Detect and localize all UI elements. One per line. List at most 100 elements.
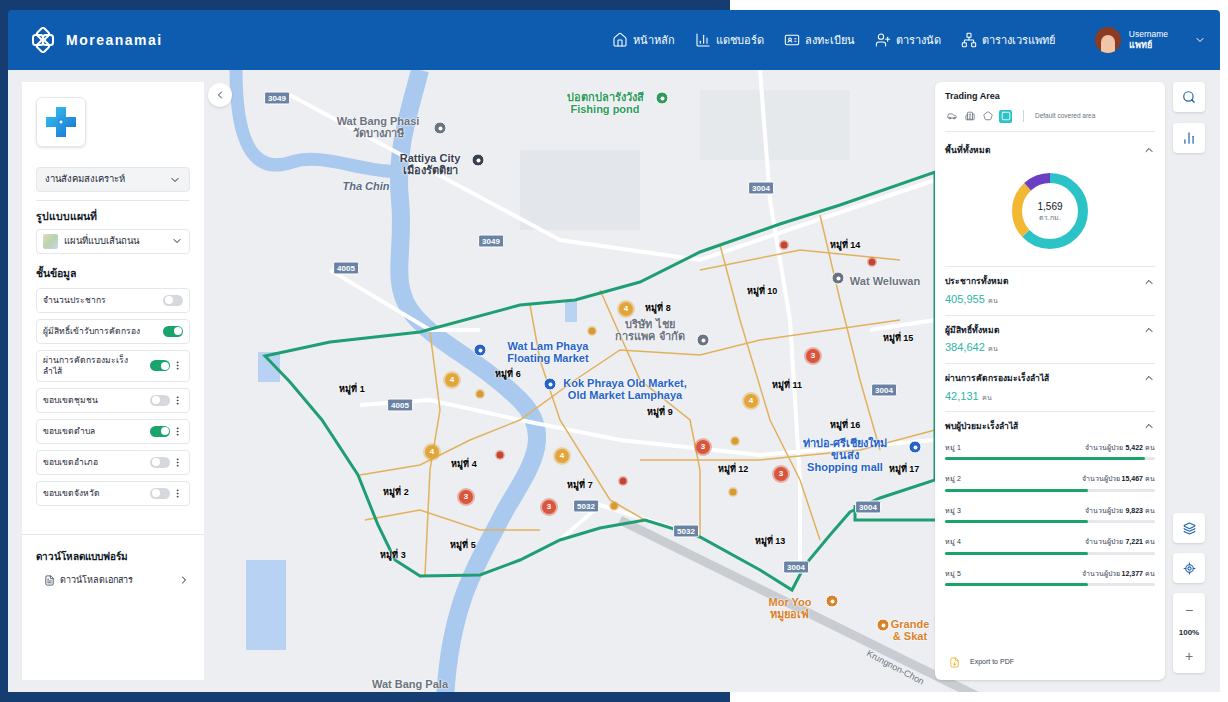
area-mode-button[interactable] bbox=[963, 110, 976, 123]
area-mode-button[interactable] bbox=[999, 110, 1012, 123]
section-header[interactable]: ผ่านการคัดกรองมะเร็งลำไส้ bbox=[945, 372, 1155, 385]
avatar-icon bbox=[1095, 27, 1121, 53]
cluster-marker[interactable]: 3 bbox=[806, 349, 820, 363]
cluster-marker[interactable]: 4 bbox=[744, 394, 758, 408]
area-mode-button[interactable] bbox=[981, 110, 994, 123]
layer-row[interactable]: ขอบเขตชุมชน bbox=[36, 388, 190, 413]
mode-icon bbox=[1001, 111, 1011, 121]
cluster-marker[interactable]: 3 bbox=[774, 467, 788, 481]
place-pin-icon[interactable] bbox=[434, 122, 447, 135]
point-marker[interactable] bbox=[611, 503, 618, 510]
place-label[interactable]: Wat Lam PhayaFloating Market bbox=[507, 340, 588, 364]
point-marker[interactable] bbox=[477, 391, 484, 398]
more-icon[interactable] bbox=[172, 426, 183, 437]
place-label[interactable]: Wat Bang Pala bbox=[372, 678, 448, 690]
place-label[interactable]: บริษัท ไชยการแพค จำกัด bbox=[615, 318, 684, 342]
layer-toggle[interactable] bbox=[163, 295, 183, 306]
patient-unit: คน bbox=[1145, 474, 1155, 485]
nav-item[interactable]: ลงทะเบียน bbox=[784, 32, 855, 49]
point-marker[interactable] bbox=[589, 328, 596, 335]
place-label[interactable]: Mor Yooหมูยอเฟ่ bbox=[769, 596, 812, 620]
place-pin-icon[interactable] bbox=[909, 441, 922, 454]
more-icon[interactable] bbox=[172, 488, 183, 499]
layer-row[interactable]: ขอบเขตจังหวัด bbox=[36, 481, 190, 506]
village-name: หมู่ 5 bbox=[945, 569, 961, 580]
place-label[interactable]: ท่าบ่อ-ศรีเชียงใหม่ขนส่งShopping mall bbox=[803, 437, 888, 473]
layer-toggle[interactable] bbox=[150, 426, 170, 437]
patient-bar bbox=[945, 457, 1155, 460]
department-select[interactable]: งานสังคมสงเคราะห์ bbox=[36, 167, 190, 192]
place-label[interactable]: Kok Phraya Old Market,Old Market Lamphay… bbox=[563, 377, 687, 401]
layer-toggle[interactable] bbox=[163, 326, 183, 337]
place-pin-icon[interactable] bbox=[832, 272, 845, 285]
more-icon[interactable] bbox=[172, 457, 183, 468]
place-label-line: การแพค จำกัด bbox=[615, 330, 684, 342]
chevron-up-icon bbox=[1143, 324, 1155, 336]
layer-row[interactable]: ขอบเขตอำเภอ bbox=[36, 450, 190, 475]
layer-row[interactable]: จำนวนประชากร bbox=[36, 288, 190, 313]
point-marker[interactable] bbox=[732, 438, 739, 445]
place-pin-icon[interactable] bbox=[697, 334, 710, 347]
layer-toggle[interactable] bbox=[150, 488, 170, 499]
section-header[interactable]: พื้นที่ทั้งหมด bbox=[945, 144, 1155, 157]
cluster-marker[interactable]: 4 bbox=[425, 445, 439, 459]
cluster-marker[interactable]: 4 bbox=[445, 373, 459, 387]
download-item[interactable]: ดาวน์โหลดเอกสาร bbox=[36, 574, 190, 588]
point-marker[interactable] bbox=[730, 489, 737, 496]
layer-toggle[interactable] bbox=[150, 395, 170, 406]
place-pin-icon[interactable] bbox=[544, 378, 557, 391]
point-marker[interactable] bbox=[781, 242, 788, 249]
cluster-marker[interactable]: 4 bbox=[555, 449, 569, 463]
nav-item[interactable]: ตารางเวรแพทย์ bbox=[961, 32, 1055, 49]
layer-toggle[interactable] bbox=[150, 457, 170, 468]
collapse-button[interactable] bbox=[208, 83, 232, 107]
place-pin-icon[interactable] bbox=[474, 344, 487, 357]
nav-item[interactable]: หน้าหลัก bbox=[612, 32, 675, 49]
place-label[interactable]: บ่อตกปลารังวังสีFishing pond bbox=[567, 91, 644, 115]
place-pin-icon[interactable] bbox=[826, 595, 839, 608]
place-label[interactable]: Wat Weluwan bbox=[850, 275, 920, 287]
place-label[interactable]: Wat Bang Phasiวัดบางภาษี bbox=[337, 115, 420, 139]
export-button[interactable]: Export to PDF bbox=[945, 657, 1155, 668]
point-marker[interactable] bbox=[620, 478, 627, 485]
nav-item[interactable]: ตารางนัด bbox=[875, 32, 941, 49]
place-label-line: & Skat bbox=[893, 630, 927, 642]
zoom-in-button[interactable]: + bbox=[1185, 643, 1193, 669]
brand[interactable]: Moreanamai bbox=[30, 27, 163, 53]
place-label[interactable]: Rattiya Cityเมืองรัตติยา bbox=[400, 152, 461, 176]
place-pin-icon[interactable] bbox=[656, 92, 669, 105]
layers-button[interactable] bbox=[1173, 513, 1205, 543]
place-pin-icon[interactable] bbox=[877, 619, 890, 632]
place-pin-icon[interactable] bbox=[472, 154, 485, 167]
place-label-line: Wat Lam Phaya bbox=[508, 340, 589, 352]
layer-toggle[interactable] bbox=[150, 360, 170, 371]
area-mode-button[interactable] bbox=[945, 110, 958, 123]
point-marker[interactable] bbox=[497, 452, 504, 459]
layer-row[interactable]: ผ่านการคัดกรองมะเร็งลำไส้ bbox=[36, 350, 190, 382]
section-header[interactable]: พบผู้ป่วยมะเร็งลำไส้ bbox=[945, 420, 1155, 433]
nav-item[interactable]: แดชบอร์ด bbox=[695, 32, 764, 49]
map-style-select[interactable]: แผนที่แบบเส้นถนน bbox=[36, 229, 190, 254]
village-name: หมู่ 2 bbox=[945, 474, 961, 485]
village-name: หมู่ 1 bbox=[945, 443, 961, 454]
stat-unit: คน bbox=[982, 393, 992, 404]
cluster-marker[interactable]: 3 bbox=[459, 490, 473, 504]
cluster-marker[interactable]: 3 bbox=[542, 500, 556, 514]
user-menu[interactable]: Usernameแพทย์ bbox=[1095, 27, 1206, 53]
chevron-up-icon bbox=[1143, 144, 1155, 156]
locate-button[interactable] bbox=[1173, 553, 1205, 583]
cluster-marker[interactable]: 4 bbox=[619, 302, 633, 316]
layer-row[interactable]: ขอบเขตตำบล bbox=[36, 419, 190, 444]
chart-button[interactable] bbox=[1173, 123, 1205, 153]
layer-row[interactable]: ผู้มีสิทธิ์เข้ารับการคัดกรอง bbox=[36, 319, 190, 344]
place-label[interactable]: Grande& Skat bbox=[891, 618, 930, 642]
point-marker[interactable] bbox=[869, 259, 876, 266]
cluster-marker[interactable]: 3 bbox=[696, 440, 710, 454]
more-icon[interactable] bbox=[172, 360, 183, 371]
zoom-out-button[interactable]: − bbox=[1185, 597, 1193, 623]
section-header[interactable]: ผู้มีสิทธิ์ทั้งหมด bbox=[945, 324, 1155, 337]
search-button[interactable] bbox=[1173, 82, 1205, 112]
place-label[interactable]: Tha Chin bbox=[342, 180, 389, 192]
section-header[interactable]: ประชากรทั้งหมด bbox=[945, 275, 1155, 288]
more-icon[interactable] bbox=[172, 395, 183, 406]
